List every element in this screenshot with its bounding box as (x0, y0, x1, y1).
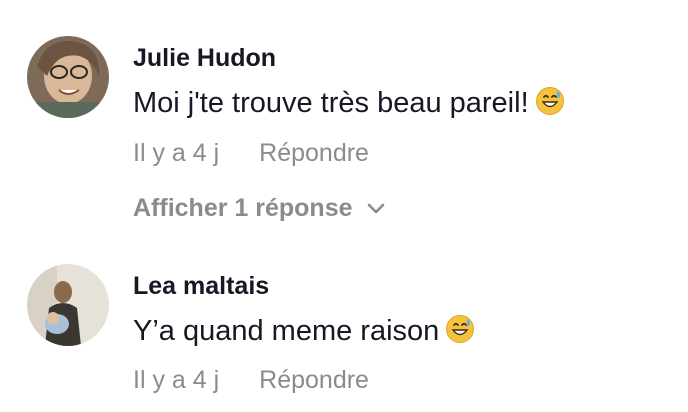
avatar[interactable] (27, 264, 109, 346)
reply-button[interactable]: Répondre (259, 366, 369, 394)
comment-meta: Il y a 4 j Répondre (133, 366, 369, 395)
grinning-face-with-sweat-icon (445, 314, 475, 352)
comment-text: Y’a quand meme raison (133, 314, 475, 352)
comment-item: Lea maltais Y’a quand meme raison Il y a… (0, 0, 688, 412)
comment-text-body: Y’a quand meme raison (133, 315, 440, 347)
comment-author[interactable]: Lea maltais (133, 272, 269, 301)
comment-timestamp: Il y a 4 j (133, 366, 220, 394)
